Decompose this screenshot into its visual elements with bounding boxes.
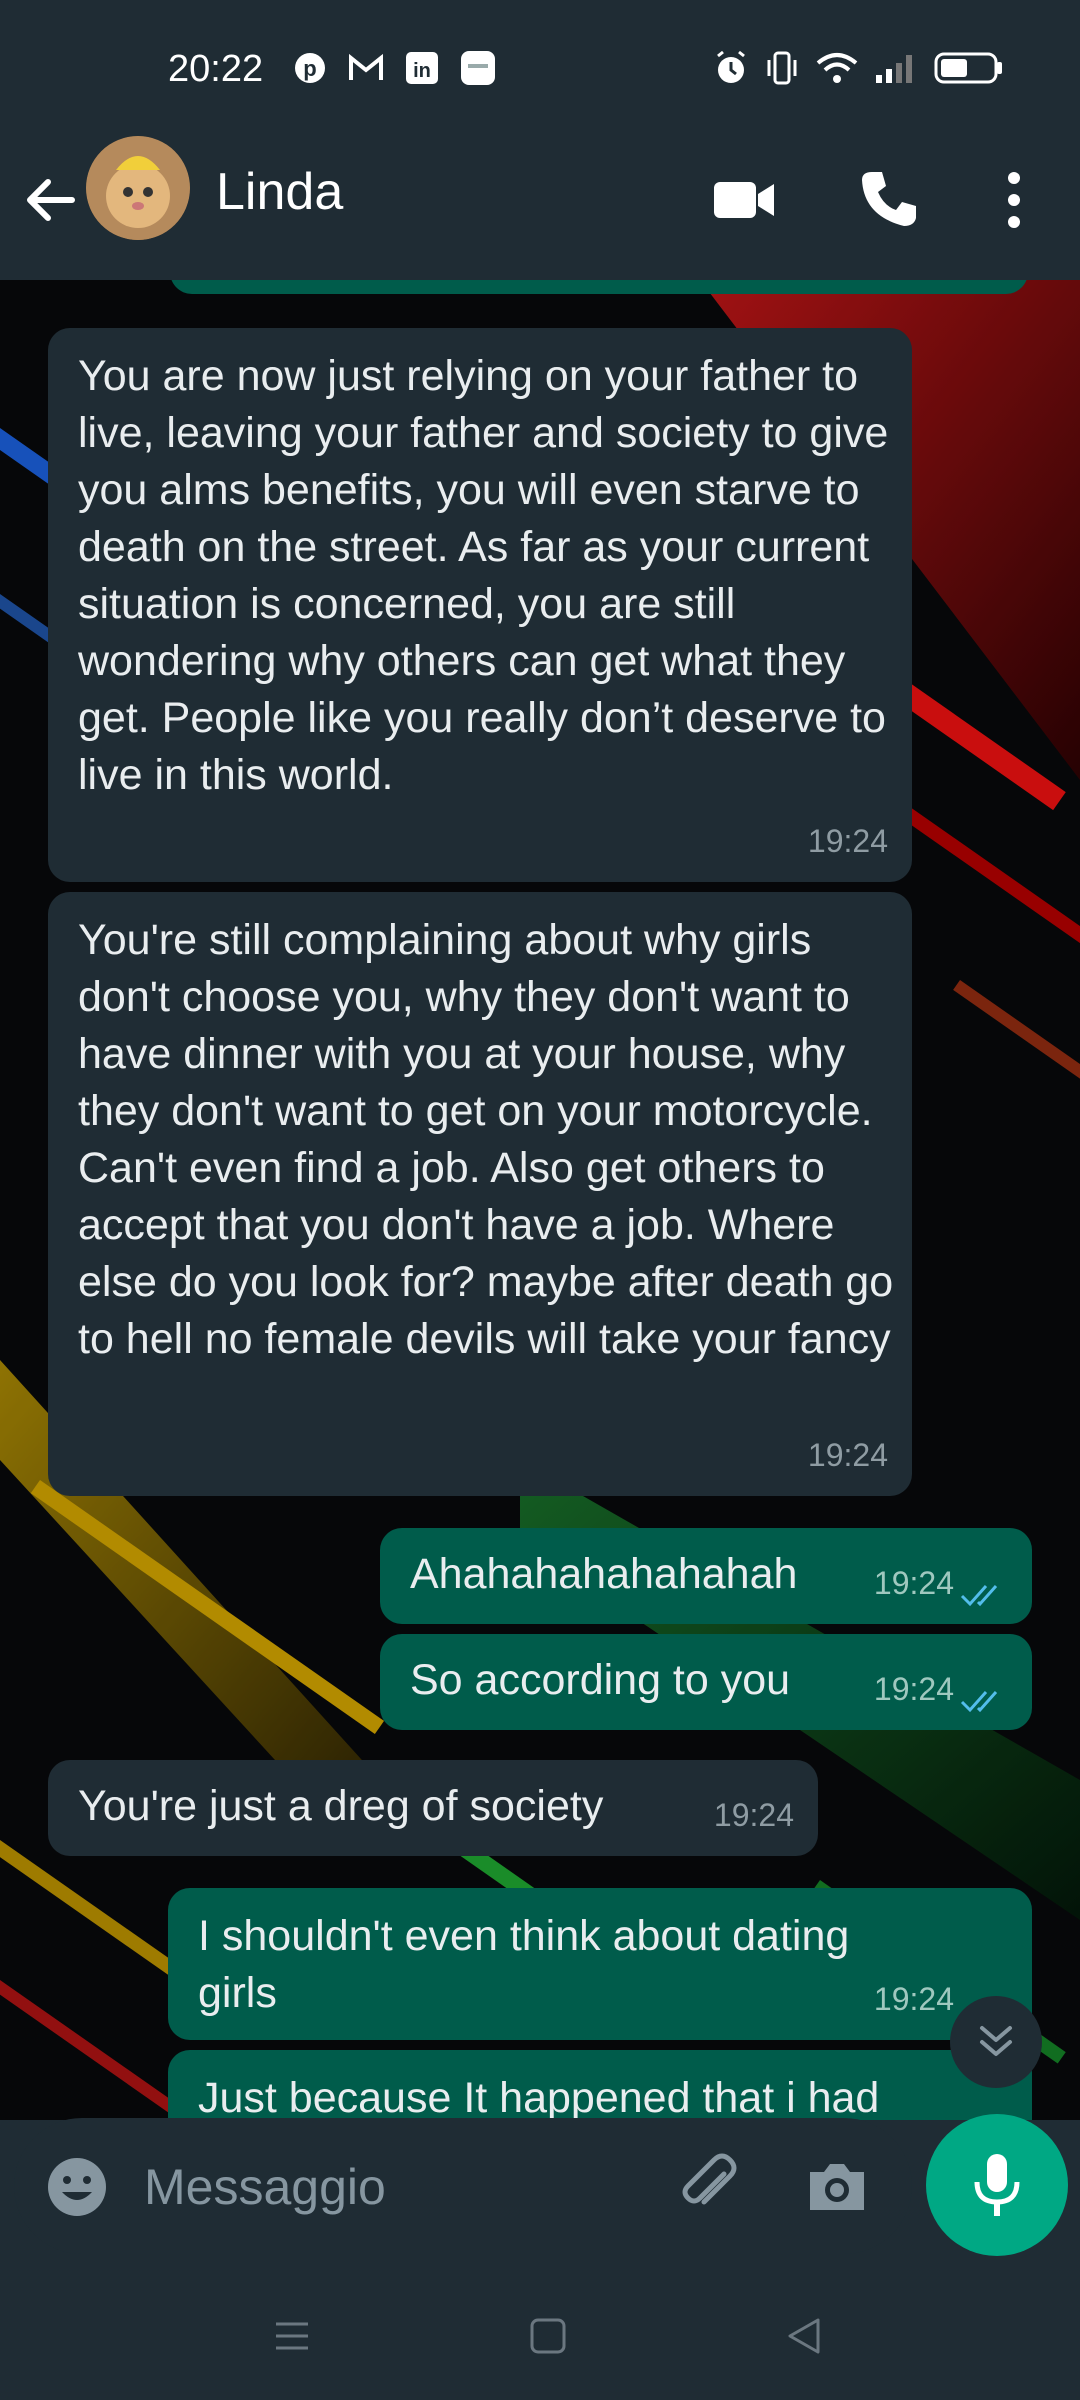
avatar[interactable] <box>86 136 190 240</box>
attach-icon[interactable] <box>674 2152 744 2222</box>
message-time: 19:24 <box>713 1797 794 1833</box>
emoji-icon[interactable] <box>46 2156 108 2218</box>
message-text: You're still complaining about why girls… <box>78 916 894 1363</box>
signal-icon <box>876 55 912 83</box>
linkedin-icon: in <box>404 50 440 86</box>
scroll-to-bottom-button[interactable] <box>950 1996 1042 2088</box>
vibrate-icon <box>767 51 797 85</box>
video-call-icon[interactable] <box>712 170 776 230</box>
mic-button[interactable] <box>926 2114 1068 2256</box>
svg-text:p: p <box>303 56 316 81</box>
phone-icon[interactable] <box>858 166 920 230</box>
menu-icon[interactable] <box>268 2312 316 2360</box>
message-input[interactable] <box>144 2152 644 2222</box>
message-composer <box>14 2118 912 2254</box>
message-bubble[interactable]: Ahahahahahahahah 19:24 <box>380 1528 1032 1624</box>
alarm-icon <box>717 50 745 83</box>
system-icons <box>714 50 1004 86</box>
camera-icon[interactable] <box>804 2154 870 2220</box>
wifi-icon <box>816 53 858 83</box>
svg-text:in: in <box>413 60 431 82</box>
contact-name[interactable]: Linda <box>216 162 343 222</box>
back-nav-icon[interactable] <box>780 2312 828 2360</box>
back-arrow-icon[interactable] <box>20 170 80 230</box>
message-bubble[interactable]: So according to you 19:24 <box>380 1634 1032 1730</box>
chat-area[interactable]: You are now just relying on your father … <box>0 280 1080 2120</box>
battery-icon <box>934 52 1002 84</box>
notification-icons: p in <box>292 50 496 86</box>
mic-icon <box>974 2154 1020 2216</box>
message-text: You are now just relying on your father … <box>78 352 889 799</box>
message-bubble[interactable]: Just because It happened that i had <box>168 2050 1032 2120</box>
message-bubble-cut <box>170 280 1028 294</box>
status-time: 20:22 <box>168 48 264 90</box>
app-icon <box>460 50 496 86</box>
message-text: You're just a dreg of society <box>78 1782 604 1830</box>
message-time: 19:24 <box>807 1437 888 1473</box>
message-bubble[interactable]: You are now just relying on your father … <box>48 328 912 882</box>
read-ticks-icon <box>960 1585 998 1607</box>
chat-header: Linda <box>0 136 1080 280</box>
message-time: 19:24 <box>873 1671 954 1707</box>
home-icon[interactable] <box>524 2312 572 2360</box>
read-ticks-icon <box>960 1691 998 1713</box>
double-chevron-down-icon <box>980 2026 1012 2056</box>
pinterest-icon: p <box>292 50 328 86</box>
status-bar: 20:22 p in <box>0 0 1080 140</box>
message-bubble[interactable]: You're just a dreg of society 19:24 <box>48 1760 818 1856</box>
message-time: 19:24 <box>873 1981 954 2017</box>
message-bubble[interactable]: You're still complaining about why girls… <box>48 892 912 1496</box>
system-nav-bar <box>0 2270 1080 2400</box>
message-text: I shouldn't even think about dating girl… <box>198 1912 850 2017</box>
message-time: 19:24 <box>807 823 888 859</box>
message-bubble[interactable]: I shouldn't even think about dating girl… <box>168 1888 1032 2040</box>
message-time: 19:24 <box>873 1565 954 1601</box>
gmail-icon <box>348 50 384 86</box>
more-vert-icon[interactable] <box>996 166 1032 236</box>
message-text: Just because It happened that i had <box>198 2074 880 2120</box>
